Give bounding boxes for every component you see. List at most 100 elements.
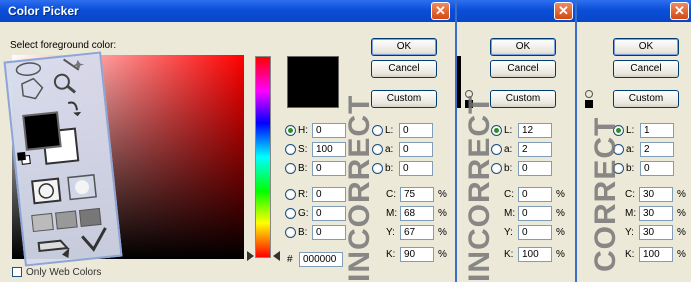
hsb-h-label: H: bbox=[298, 124, 308, 136]
hue-slider[interactable] bbox=[255, 56, 271, 258]
cmyk-y-label: Y: bbox=[504, 226, 513, 238]
hue-slider-arrow-right[interactable] bbox=[273, 251, 280, 261]
lab-l-field[interactable]: 12 bbox=[518, 122, 552, 138]
cancel-button[interactable]: Cancel bbox=[490, 60, 556, 78]
rgb-r-radio[interactable] bbox=[285, 188, 296, 200]
ok-button[interactable]: OK bbox=[613, 38, 679, 56]
cmyk-y-row: Y: 30 % bbox=[625, 224, 686, 240]
cmyk-m-field[interactable]: 0 bbox=[518, 205, 552, 221]
hue-slider-arrow-left[interactable] bbox=[247, 251, 254, 261]
title-bar[interactable]: ✕ bbox=[457, 0, 576, 22]
hex-label: # bbox=[287, 253, 293, 265]
select-color-prompt: Select foreground color: bbox=[10, 40, 117, 51]
correct-stamp: CORRECT bbox=[589, 116, 622, 272]
title-bar[interactable]: ✕ bbox=[577, 0, 691, 22]
screen-mode-icon[interactable] bbox=[31, 207, 102, 233]
cmyk-y-unit: % bbox=[438, 226, 447, 238]
rgb-b-radio[interactable] bbox=[285, 226, 296, 238]
dialog-title: Color Picker bbox=[8, 4, 79, 18]
cmyk-m-label: M: bbox=[625, 207, 637, 219]
magnifier-icon[interactable] bbox=[53, 73, 77, 94]
lab-a-field[interactable]: 2 bbox=[518, 141, 552, 157]
hsb-s-field[interactable]: 100 bbox=[312, 141, 346, 157]
cmyk-c-field[interactable]: 75 bbox=[400, 186, 434, 202]
lab-b-field[interactable]: 0 bbox=[518, 160, 552, 176]
hsb-b-radio[interactable] bbox=[285, 162, 296, 174]
lab-a-label: a: bbox=[626, 143, 635, 155]
cmyk-y-label: Y: bbox=[625, 226, 634, 238]
color-picker-dialog-3: ✕ OK Cancel Custom L: 1 a: 2 b: 0 C: 30 … bbox=[577, 0, 691, 282]
default-colors-icon[interactable] bbox=[17, 151, 31, 165]
lab-l-field[interactable]: 0 bbox=[399, 122, 433, 138]
cmyk-c-field[interactable]: 0 bbox=[518, 186, 552, 202]
rgb-g-field[interactable]: 0 bbox=[312, 205, 346, 221]
cmyk-y-row: Y: 0 % bbox=[504, 224, 565, 240]
cmyk-c-row: C: 30 % bbox=[625, 186, 686, 202]
cmyk-m-field[interactable]: 68 bbox=[400, 205, 434, 221]
rgb-g-radio[interactable] bbox=[285, 207, 296, 219]
cmyk-k-field[interactable]: 90 bbox=[400, 246, 434, 262]
cmyk-y-field[interactable]: 30 bbox=[639, 224, 673, 240]
cmyk-y-label: Y: bbox=[386, 226, 395, 238]
custom-button[interactable]: Custom bbox=[613, 90, 679, 108]
lab-a-field[interactable]: 0 bbox=[399, 141, 433, 157]
lab-l-field[interactable]: 1 bbox=[640, 122, 674, 138]
incorrect-stamp-2: INCORRECT bbox=[463, 94, 496, 282]
rgb-r-field[interactable]: 0 bbox=[312, 186, 346, 202]
cancel-button[interactable]: Cancel bbox=[371, 60, 437, 78]
cancel-button[interactable]: Cancel bbox=[613, 60, 679, 78]
cmyk-c-row: C: 0 % bbox=[504, 186, 565, 202]
hsb-s-radio[interactable] bbox=[285, 143, 296, 155]
lab-b-label: b: bbox=[385, 162, 394, 174]
rgb-r-label: R: bbox=[298, 188, 308, 200]
cmyk-m-unit: % bbox=[677, 207, 686, 219]
rgb-b-row: B: 0 bbox=[285, 224, 346, 240]
only-web-colors-label: Only Web Colors bbox=[26, 266, 102, 278]
ok-button[interactable]: OK bbox=[490, 38, 556, 56]
lasso-icon[interactable] bbox=[15, 62, 42, 76]
color-swatch-new bbox=[287, 56, 339, 108]
lab-b-row: b: 0 bbox=[491, 160, 552, 176]
close-icon[interactable]: ✕ bbox=[431, 2, 450, 20]
standard-mode-icon[interactable] bbox=[31, 177, 62, 205]
color-picker-dialog-2: ✕ OK Cancel Custom L: 12 a: 2 b: 0 C: 0 … bbox=[457, 0, 576, 282]
cmyk-c-field[interactable]: 30 bbox=[639, 186, 673, 202]
custom-button[interactable]: Custom bbox=[371, 90, 437, 108]
hsb-h-row: H: 0 bbox=[285, 122, 346, 138]
magic-wand-icon[interactable] bbox=[63, 57, 85, 71]
cmyk-c-unit: % bbox=[677, 188, 686, 200]
lab-l-row: L: 12 bbox=[491, 122, 552, 138]
lab-l-label: L: bbox=[385, 124, 394, 136]
cmyk-k-field[interactable]: 100 bbox=[518, 246, 552, 262]
cmyk-y-field[interactable]: 0 bbox=[518, 224, 552, 240]
only-web-colors-checkbox[interactable] bbox=[12, 267, 22, 277]
hsb-h-radio[interactable] bbox=[285, 124, 296, 136]
cmyk-y-field[interactable]: 67 bbox=[400, 224, 434, 240]
foreground-background-swatch[interactable] bbox=[22, 111, 80, 166]
close-icon[interactable]: ✕ bbox=[554, 2, 573, 20]
lab-l-label: L: bbox=[626, 124, 635, 136]
hsb-h-field[interactable]: 0 bbox=[312, 122, 346, 138]
custom-button[interactable]: Custom bbox=[490, 90, 556, 108]
hsb-b-field[interactable]: 0 bbox=[312, 160, 346, 176]
lab-a-field[interactable]: 2 bbox=[640, 141, 674, 157]
quick-mask-icon[interactable] bbox=[67, 174, 97, 201]
hsb-b-label: B: bbox=[298, 162, 308, 174]
cmyk-m-field[interactable]: 30 bbox=[639, 205, 673, 221]
hex-field[interactable]: 000000 bbox=[299, 251, 343, 267]
rgb-b-field[interactable]: 0 bbox=[312, 224, 346, 240]
jump-to-imageready-icon[interactable] bbox=[37, 239, 71, 261]
cmyk-m-label: M: bbox=[386, 207, 398, 219]
lab-b-field[interactable]: 0 bbox=[640, 160, 674, 176]
eyedropper-icon[interactable] bbox=[81, 227, 108, 252]
web-safe-swatch[interactable] bbox=[585, 100, 593, 108]
lab-b-row: b: 0 bbox=[372, 160, 433, 176]
swap-colors-icon[interactable] bbox=[67, 101, 82, 118]
ok-button[interactable]: OK bbox=[371, 38, 437, 56]
lab-b-field[interactable]: 0 bbox=[399, 160, 433, 176]
polygon-icon[interactable] bbox=[21, 77, 44, 100]
title-bar[interactable]: Color Picker ✕ bbox=[0, 0, 456, 22]
close-icon[interactable]: ✕ bbox=[670, 2, 689, 20]
cmyk-k-field[interactable]: 100 bbox=[639, 246, 673, 262]
cmyk-c-unit: % bbox=[556, 188, 565, 200]
